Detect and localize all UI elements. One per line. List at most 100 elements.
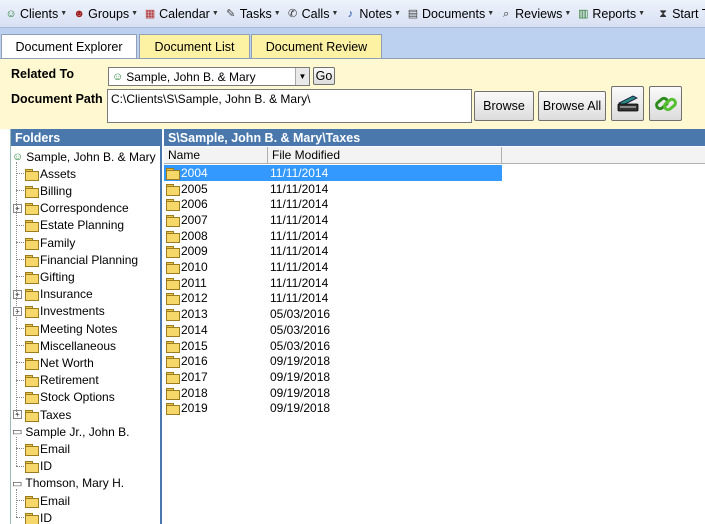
folder-icon [166,387,180,400]
column-header-file-modified[interactable]: File Modified [268,147,502,164]
folder-icon [25,185,39,198]
tree-folder-node[interactable]: Financial Planning [25,251,138,268]
document-path-field[interactable]: C:\Clients\S\Sample, John B. & Mary\ [107,89,472,123]
file-row[interactable]: 2005 11/11/2014 [164,181,502,197]
tree-node-label: Email [40,441,71,456]
file-row[interactable]: 2010 11/11/2014 [164,259,502,275]
tree-folder-node[interactable]: Estate Planning [25,217,124,234]
file-row[interactable]: 2006 11/11/2014 [164,196,502,212]
file-row[interactable]: 2019 09/19/2018 [164,401,502,417]
menu-reports[interactable]: ▥ Reports ▼ [574,2,648,26]
reports-icon: ▥ [578,7,589,20]
tab-document-review[interactable]: Document Review [251,34,382,58]
tree-folder-node[interactable]: Gifting [25,268,75,285]
file-name-cell: 2005 [164,182,268,196]
tree-connector [16,242,24,243]
folders-header: Folders [11,129,160,146]
tree-connector [16,500,24,501]
tree-connector [16,224,24,226]
tree-contact-node[interactable]: ▭ Sample Jr., John B. [12,423,129,440]
file-name: 2011 [181,275,207,290]
tab-document-explorer[interactable]: Document Explorer [1,34,137,58]
menu-start-timer[interactable]: ⧗ Start Timer [654,2,705,26]
tree-connector [16,517,24,519]
column-header-name[interactable]: Name [164,147,268,164]
menu-notes[interactable]: ♪ Notes ▼ [341,2,404,26]
file-row[interactable]: 2015 05/03/2016 [164,338,502,354]
file-row[interactable]: 2017 09/19/2018 [164,369,502,385]
file-row[interactable]: 2018 09/19/2018 [164,385,502,401]
expand-icon[interactable]: + [13,289,22,299]
folder-icon [166,246,180,259]
tree-folder-node[interactable]: + Investments [13,303,105,320]
client-icon: ☺ [12,150,24,163]
tree-folder-node[interactable]: + Taxes [13,406,71,423]
tree-connector [16,448,24,450]
file-row[interactable]: 2004 11/11/2014 [164,165,502,181]
file-name-cell: 2019 [164,401,268,416]
file-row[interactable]: 2013 05/03/2016 [164,306,502,322]
tree-folder-node[interactable]: Email [25,440,70,457]
tree-folder-node[interactable]: Miscellaneous [25,337,116,354]
menu-label: Groups [88,6,130,21]
menu-tasks[interactable]: ✎ Tasks ▼ [222,2,284,26]
tree-folder-node[interactable]: Stock Options [25,389,115,406]
tree-folder-node[interactable]: Family [25,234,75,251]
menu-label: Tasks [239,6,272,21]
tasks-icon: ✎ [226,7,236,20]
file-name-cell: 2007 [164,213,268,227]
file-row[interactable]: 2008 11/11/2014 [164,228,502,244]
menu-reviews[interactable]: ⌕ Reviews ▼ [497,2,574,26]
file-row[interactable]: 2012 11/11/2014 [164,291,502,307]
tree-folder-node[interactable]: Meeting Notes [25,320,117,337]
tree-folder-node[interactable]: + Insurance [13,286,93,303]
tree-contact-node[interactable]: ☺ Sample, John B. & Mary [12,148,156,165]
file-name-cell: 2015 [164,339,268,353]
tab-document-list[interactable]: Document List [139,34,250,58]
chevron-down-icon: ▼ [331,10,339,17]
related-to-select[interactable]: ☺ Sample, John B. & Mary ▼ [108,67,310,86]
file-name: 2013 [181,307,208,322]
file-row[interactable]: 2014 05/03/2016 [164,322,502,338]
file-name-cell: 2014 [164,323,268,337]
browse-button[interactable]: Browse [474,91,534,121]
expand-icon[interactable]: + [13,410,22,419]
tree-folder-node[interactable]: Retirement [25,372,99,389]
menu-clients[interactable]: ☺ Clients ▼ [2,2,70,26]
file-name: 2015 [181,338,208,353]
file-row[interactable]: 2009 11/11/2014 [164,244,502,260]
tree-node-label: Stock Options [40,390,115,405]
tree-folder-node[interactable]: Email [25,492,70,509]
file-row[interactable]: 2016 09/19/2018 [164,353,502,369]
tree-node-label: Estate Planning [40,218,125,233]
tree-folder-node[interactable]: Billing [25,182,72,199]
file-name-cell: 2010 [164,260,268,275]
tree-folder-node[interactable]: + Correspondence [13,200,129,217]
file-modified-date: 05/03/2016 [270,322,331,337]
tree-folder-node[interactable]: ID [25,458,52,475]
file-name: 2018 [181,385,208,400]
browse-all-button[interactable]: Browse All [538,91,606,121]
chevron-down-icon: ▼ [487,10,495,17]
browse-button-label: Browse [483,99,525,113]
file-row[interactable]: 2007 11/11/2014 [164,212,502,228]
file-row[interactable]: 2011 11/11/2014 [164,275,502,291]
tree-node-label: Assets [40,166,77,181]
chevron-down-icon[interactable]: ▼ [295,68,309,85]
tree-contact-node[interactable]: ▭ Thomson, Mary H. [12,475,124,492]
tree-folder-node[interactable]: ID [25,509,52,524]
menu-calls[interactable]: ✆ Calls ▼ [284,2,342,26]
menu-calendar[interactable]: ▦ Calendar ▼ [141,2,222,26]
link-button[interactable] [649,86,682,121]
menu-groups[interactable]: ☻ Groups ▼ [70,2,141,26]
tree-node-label: Thomson, Mary H. [25,476,125,491]
tree-folder-node[interactable]: Net Worth [25,354,94,371]
menu-label: Calendar [159,6,210,21]
expand-icon[interactable]: + [13,203,22,213]
menu-documents[interactable]: ▤ Documents ▼ [404,2,497,26]
folder-icon [166,356,180,369]
expand-icon[interactable]: + [13,306,22,316]
tree-folder-node[interactable]: Assets [25,165,76,182]
go-button[interactable]: Go [313,67,335,85]
scanner-button[interactable] [611,86,644,121]
